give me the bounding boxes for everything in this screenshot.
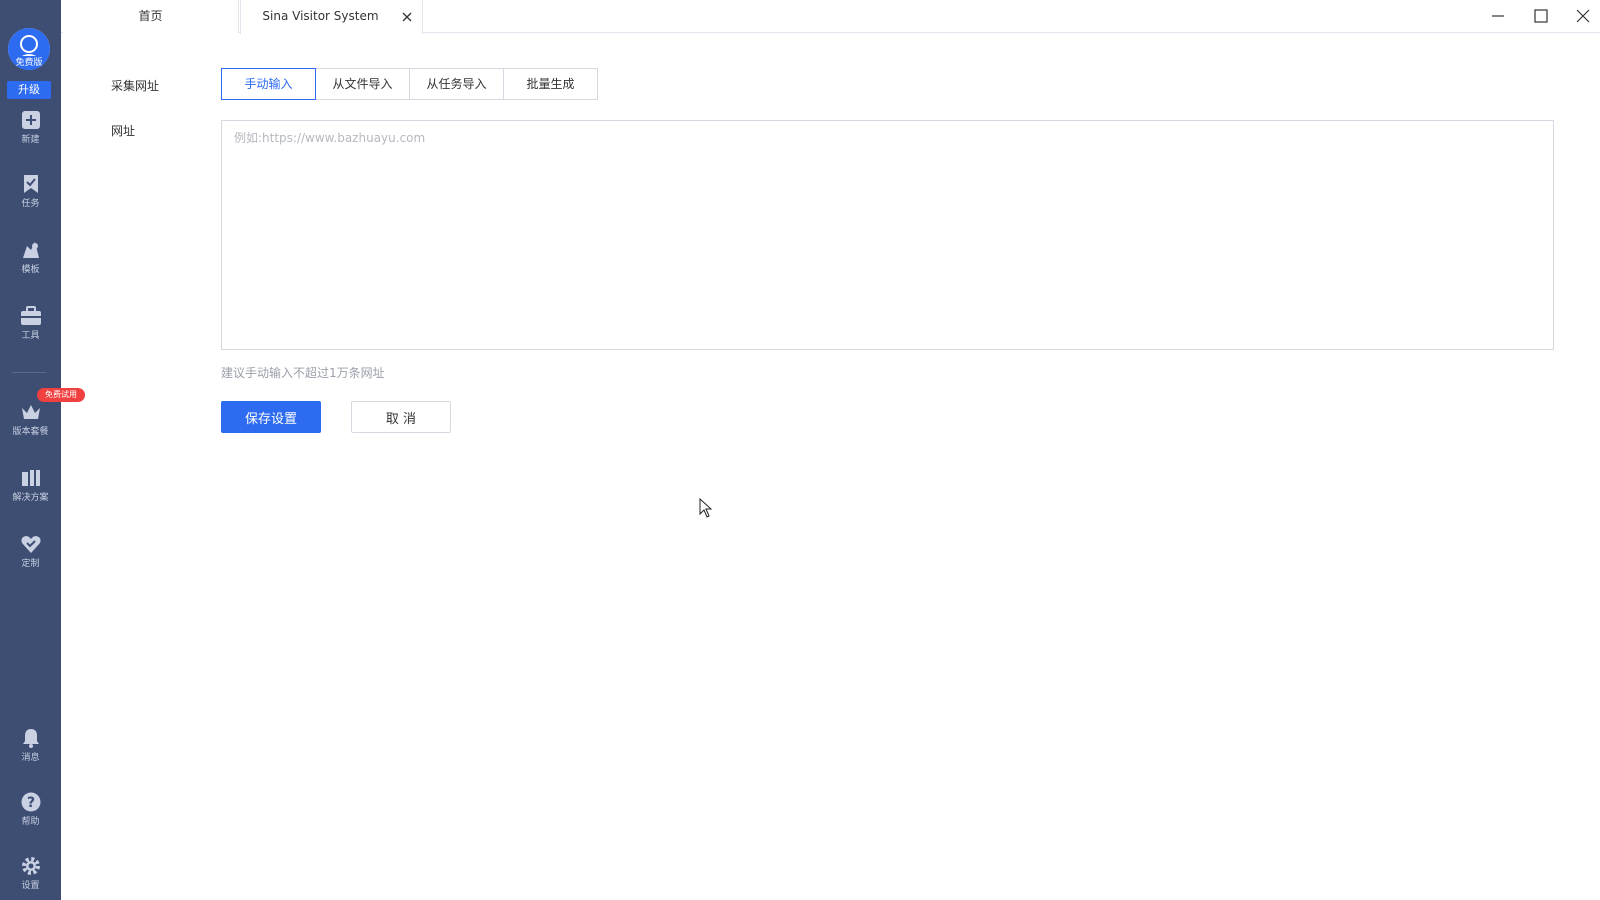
sidebar-item-solutions[interactable]: 解决方案 xyxy=(0,468,61,512)
cancel-button[interactable]: 取 消 xyxy=(351,401,451,433)
close-icon[interactable] xyxy=(402,12,412,22)
sidebar-item-help[interactable]: ? 帮助 xyxy=(0,792,61,836)
url-input-container xyxy=(221,120,1554,350)
sidebar-item-label: 帮助 xyxy=(21,817,40,827)
sidebar-item-template[interactable]: 模板 xyxy=(0,240,61,284)
sidebar-item-label: 版本套餐 xyxy=(12,427,49,437)
bell-icon xyxy=(22,729,39,748)
avatar[interactable]: 免费版 xyxy=(8,28,50,70)
maximize-icon[interactable] xyxy=(1531,6,1551,26)
app-window: 免费版 升级 新建 任务 模板 工具 免费试用 版本套餐 解决方案 定制 消息 … xyxy=(0,0,1600,900)
sidebar-item-settings[interactable]: 设置 xyxy=(0,856,61,900)
sidebar-item-label: 设置 xyxy=(21,881,40,891)
sidebar-item-new[interactable]: 新建 xyxy=(0,110,61,154)
tab-home[interactable]: 首页 xyxy=(63,0,239,33)
bookmark-check-icon xyxy=(23,175,38,193)
tab-sina-visitor-system[interactable]: Sina Visitor System xyxy=(240,0,423,34)
crown-icon xyxy=(21,405,40,419)
sidebar-divider xyxy=(12,372,46,373)
url-input[interactable] xyxy=(222,121,1553,349)
tab-import-from-file[interactable]: 从文件导入 xyxy=(315,68,410,100)
sidebar-item-label: 新建 xyxy=(21,135,40,145)
sidebar-item-label: 模板 xyxy=(21,265,40,275)
sidebar: 免费版 升级 新建 任务 模板 工具 免费试用 版本套餐 解决方案 定制 消息 … xyxy=(0,0,85,900)
solution-icon xyxy=(21,470,40,486)
gear-icon xyxy=(21,857,40,875)
tab-label: 首页 xyxy=(138,9,163,23)
heart-check-icon xyxy=(21,536,40,553)
sidebar-item-label: 定制 xyxy=(21,559,40,569)
sidebar-item-label: 工具 xyxy=(21,331,40,341)
sidebar-item-messages[interactable]: 消息 xyxy=(0,728,61,772)
tab-label: Sina Visitor System xyxy=(262,9,379,23)
sidebar-item-label: 消息 xyxy=(21,753,40,763)
url-label: 网址 xyxy=(111,124,136,138)
svg-text:?: ? xyxy=(26,795,34,811)
sidebar-item-label: 任务 xyxy=(21,199,40,209)
tab-bar: 首页 Sina Visitor System xyxy=(61,0,1600,34)
tab-batch-generate[interactable]: 批量生成 xyxy=(503,68,598,100)
url-hint: 建议手动输入不超过1万条网址 xyxy=(221,366,385,380)
sidebar-item-label: 解决方案 xyxy=(12,493,49,503)
sidebar-item-tools[interactable]: 工具 xyxy=(0,306,61,350)
avatar-badge: 免费版 xyxy=(8,56,50,70)
plus-square-icon xyxy=(21,111,40,129)
sidebar-item-custom[interactable]: 定制 xyxy=(0,534,61,578)
upgrade-button[interactable]: 升级 xyxy=(7,81,51,99)
trial-badge: 免费试用 xyxy=(37,388,85,402)
toolbox-icon xyxy=(20,306,41,325)
collect-url-label: 采集网址 xyxy=(111,79,160,93)
sidebar-item-plans[interactable]: 版本套餐 xyxy=(0,402,61,446)
template-icon xyxy=(22,242,39,258)
minimize-icon[interactable] xyxy=(1488,6,1508,26)
tab-import-from-task[interactable]: 从任务导入 xyxy=(409,68,504,100)
sidebar-item-task[interactable]: 任务 xyxy=(0,174,61,218)
window-close-icon[interactable] xyxy=(1573,6,1593,26)
help-icon: ? xyxy=(21,792,40,812)
save-settings-button[interactable]: 保存设置 xyxy=(221,401,321,433)
tab-manual-input[interactable]: 手动输入 xyxy=(221,68,316,100)
mouse-cursor-icon xyxy=(699,498,713,518)
